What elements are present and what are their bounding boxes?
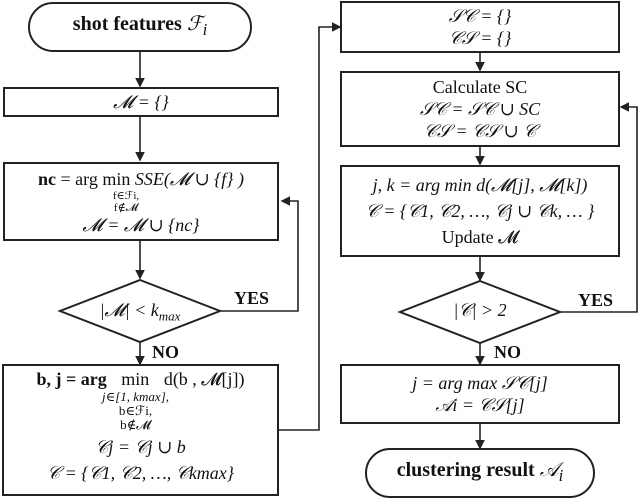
yes-label-right: YES <box>578 290 614 310</box>
calculate-sc-text: Calculate SC <box>432 77 528 97</box>
nc-var: nc <box>38 168 57 189</box>
no-label-right: NO <box>494 342 521 362</box>
assign-lhs: b, j = arg <box>36 369 107 389</box>
init-sets-box: 𝒮𝒞 = {} 𝒞𝒮 = {} <box>340 1 620 53</box>
init-m-text: 𝓜 = {} <box>113 92 169 112</box>
decision-right-text: |𝒞| > 2 <box>453 300 507 320</box>
constraint-j-range: j∈[1, kmax], <box>101 389 170 404</box>
sse-expr: SSE(𝓜 ∪ {f} ) <box>134 168 244 189</box>
merge-cluster-text: 𝒞 = {𝒞1, 𝒞2, …, 𝒞j ∪ 𝒞k, … } <box>365 201 595 221</box>
start-subscript: i <box>202 20 208 39</box>
update-m-label: Update 𝓜 <box>441 227 519 247</box>
assign-box: b, j = arg min d(b , 𝓜[j]) j∈[1, kmax], … <box>2 364 279 496</box>
cluster-update-text: 𝒞j = 𝒞j ∪ b <box>95 437 186 457</box>
update-m-text: 𝓜 = 𝓜 ∪ {nc} <box>82 214 200 235</box>
start-label: shot features <box>72 13 187 35</box>
result-assign-text: 𝒜i = 𝒞𝒮[j] <box>435 395 525 415</box>
merge-argmin-text: j, k = arg min d(𝓜[j], 𝓜[k]) <box>372 175 588 195</box>
no-label-left: NO <box>152 342 179 362</box>
decision-left-text: |𝓜| < kmax <box>99 300 181 324</box>
end-symbol: 𝒜 <box>539 459 559 481</box>
arrow-assign-to-right <box>279 22 342 431</box>
start-terminal: shot features ℱi <box>28 2 252 52</box>
argmax-text: j = arg max 𝒮𝒞[j] <box>412 373 548 393</box>
end-subscript: i <box>558 466 564 485</box>
constraint-b-in-F: b∈ℱi, <box>118 403 153 418</box>
cluster-set-text: 𝒞 = {𝒞1, 𝒞2, …, 𝒞kmax} <box>46 463 234 483</box>
constraint-f-not-in-M: f∉𝓜 <box>113 201 139 214</box>
constraint-b-not-in-M: b∉𝓜 <box>120 417 151 432</box>
end-terminal: clustering result 𝒜i <box>365 448 595 498</box>
init-m-box: 𝓜 = {} <box>3 87 279 117</box>
sc-update-text: 𝒮𝒞 = 𝒮𝒞 ∪ SC <box>419 99 541 119</box>
constraint-f-in-F: f∈ℱi, <box>112 189 140 202</box>
assign-min: min <box>121 369 150 389</box>
merge-box: j, k = arg min d(𝓜[j], 𝓜[k]) 𝒞 = {𝒞1, 𝒞2… <box>340 165 620 257</box>
select-nc-box: nc = arg min SSE(𝓜 ∪ {f} ) f∈ℱi, f∉𝓜 𝓜 =… <box>3 162 279 241</box>
start-symbol: ℱ <box>186 13 203 35</box>
end-label: clustering result <box>396 459 540 481</box>
assign-dist: d(b , 𝓜[j]) <box>163 369 245 389</box>
cs-init-text: 𝒞𝒮 = {} <box>448 28 512 48</box>
argmin-op: = arg min <box>56 168 131 189</box>
yes-label-left: YES <box>234 288 270 308</box>
sc-init-text: 𝒮𝒞 = {} <box>448 6 512 26</box>
calc-box: Calculate SC 𝒮𝒞 = 𝒮𝒞 ∪ SC 𝒞𝒮 = 𝒞𝒮 ∪ 𝒞 <box>340 71 620 147</box>
cs-update-text: 𝒞𝒮 = 𝒞𝒮 ∪ 𝒞 <box>423 121 537 141</box>
select-best-box: j = arg max 𝒮𝒞[j] 𝒜i = 𝒞𝒮[j] <box>340 364 620 424</box>
